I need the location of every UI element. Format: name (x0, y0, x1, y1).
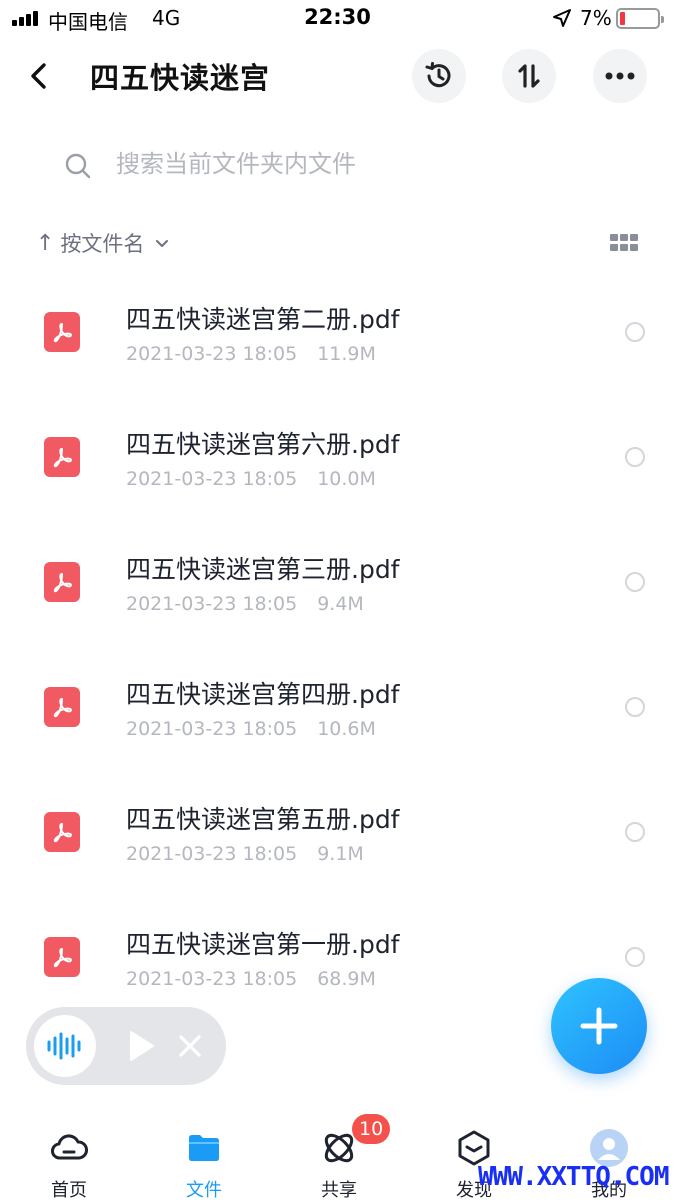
file-date: 2021-03-23 18:05 (126, 968, 298, 990)
tab-files[interactable]: 文件 (154, 1122, 254, 1200)
pdf-icon (44, 687, 80, 727)
select-checkbox[interactable] (625, 322, 645, 342)
file-date: 2021-03-23 18:05 (126, 593, 298, 615)
notification-badge: 10 (352, 1114, 391, 1144)
battery-icon (616, 8, 664, 29)
search-input[interactable] (116, 146, 596, 182)
file-row[interactable]: 四五快读迷宫第二册.pdf 2021-03-23 18:05 11.9M (0, 270, 675, 395)
file-date: 2021-03-23 18:05 (126, 718, 298, 740)
audio-mini-player (26, 1007, 226, 1085)
file-size: 10.6M (317, 718, 376, 740)
file-row[interactable]: 四五快读迷宫第六册.pdf 2021-03-23 18:05 10.0M (0, 395, 675, 520)
file-size: 9.1M (317, 843, 364, 865)
file-date: 2021-03-23 18:05 (126, 343, 298, 365)
file-size: 10.0M (317, 468, 376, 490)
plus-icon (580, 1007, 618, 1045)
file-name: 四五快读迷宫第五册.pdf (126, 805, 400, 834)
file-meta: 2021-03-23 18:05 9.1M (126, 843, 364, 865)
history-icon (425, 62, 451, 88)
search-bar[interactable] (64, 140, 624, 190)
file-size: 9.4M (317, 593, 364, 615)
search-icon (65, 153, 91, 179)
status-time: 22:30 (304, 5, 371, 29)
pdf-icon (44, 312, 80, 352)
sort-selector[interactable]: ↑ 按文件名 (36, 226, 170, 260)
file-meta: 2021-03-23 18:05 11.9M (126, 343, 376, 365)
page-title: 四五快读迷宫 (90, 61, 271, 95)
file-meta: 2021-03-23 18:05 9.4M (126, 593, 364, 615)
watermark: WWW.XXTTQ.COM (478, 1162, 669, 1192)
pdf-icon (44, 562, 80, 602)
location-arrow-icon (553, 9, 571, 27)
select-checkbox[interactable] (625, 822, 645, 842)
pdf-icon (44, 812, 80, 852)
status-bar: 中国电信 4G 22:30 7% (0, 0, 675, 38)
file-list: 四五快读迷宫第二册.pdf 2021-03-23 18:05 11.9M 四五快读迷宫… (0, 270, 675, 1020)
nav-header: 四五快读迷宫 (0, 44, 675, 108)
file-row[interactable]: 四五快读迷宫第五册.pdf 2021-03-23 18:05 9.1M (0, 770, 675, 895)
sort-icon (518, 64, 540, 88)
pdf-icon (44, 937, 80, 977)
select-checkbox[interactable] (625, 697, 645, 717)
sort-label: 按文件名 (60, 232, 145, 256)
select-checkbox[interactable] (625, 447, 645, 467)
play-icon[interactable] (126, 1029, 156, 1063)
sort-direction-arrow: ↑ (36, 230, 55, 256)
more-button[interactable] (593, 49, 647, 103)
battery-percent: 7% (580, 6, 612, 30)
pdf-icon (44, 437, 80, 477)
file-row[interactable]: 四五快读迷宫第三册.pdf 2021-03-23 18:05 9.4M (0, 520, 675, 645)
file-date: 2021-03-23 18:05 (126, 468, 298, 490)
history-button[interactable] (412, 49, 466, 103)
tab-label: 文件 (186, 1180, 222, 1200)
chevron-down-icon (156, 240, 169, 247)
folder-icon (189, 1135, 219, 1161)
file-meta: 2021-03-23 18:05 10.0M (126, 468, 376, 490)
file-size: 11.9M (317, 343, 376, 365)
tab-label: 共享 (321, 1180, 357, 1200)
select-checkbox[interactable] (625, 947, 645, 967)
sound-wave-icon (47, 1032, 81, 1060)
file-name: 四五快读迷宫第四册.pdf (126, 680, 400, 709)
file-meta: 2021-03-23 18:05 10.6M (126, 718, 376, 740)
tab-home[interactable]: 首页 (19, 1122, 119, 1200)
file-size: 68.9M (317, 968, 376, 990)
file-name: 四五快读迷宫第二册.pdf (126, 305, 400, 334)
file-date: 2021-03-23 18:05 (126, 843, 298, 865)
grid-view-icon[interactable] (610, 234, 640, 254)
file-name: 四五快读迷宫第三册.pdf (126, 555, 400, 584)
add-button[interactable] (551, 978, 647, 1074)
cloud-icon (51, 1134, 88, 1160)
file-name: 四五快读迷宫第一册.pdf (126, 930, 400, 959)
audio-wave-button[interactable] (34, 1015, 96, 1077)
close-icon[interactable] (176, 1032, 204, 1060)
select-checkbox[interactable] (625, 572, 645, 592)
file-row[interactable]: 四五快读迷宫第四册.pdf 2021-03-23 18:05 10.6M (0, 645, 675, 770)
sort-button[interactable] (502, 49, 556, 103)
file-meta: 2021-03-23 18:05 68.9M (126, 968, 376, 990)
file-name: 四五快读迷宫第六册.pdf (126, 430, 400, 459)
back-arrow-icon[interactable] (22, 58, 58, 94)
more-icon (605, 72, 635, 80)
tab-label: 首页 (51, 1180, 87, 1200)
